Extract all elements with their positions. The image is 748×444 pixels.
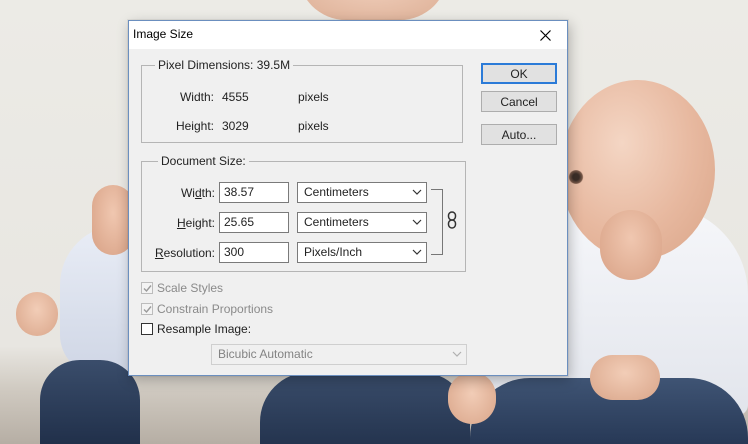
close-icon	[539, 29, 551, 41]
checkmark-icon	[143, 285, 152, 293]
pixel-width-label: Width:	[179, 90, 214, 104]
resample-method-value: Bicubic Automatic	[218, 347, 313, 361]
close-button[interactable]	[523, 21, 567, 49]
dialog-title: Image Size	[133, 27, 194, 41]
cancel-button[interactable]: Cancel	[481, 91, 557, 112]
document-size-legend: Document Size:	[158, 154, 249, 168]
resolution-label: Resolution:	[154, 246, 215, 260]
ok-button[interactable]: OK	[481, 63, 557, 84]
pixel-width-unit: pixels	[298, 90, 329, 104]
resolution-unit-value: Pixels/Inch	[304, 245, 363, 259]
constrain-proportions-checkbox[interactable]: Constrain Proportions	[141, 302, 273, 316]
scale-styles-label: Scale Styles	[157, 281, 224, 295]
image-size-dialog: Image Size Pixel Dimensions: 39.5M Width…	[128, 20, 568, 376]
dialog-titlebar: Image Size	[129, 21, 567, 49]
photo-jeans-left	[40, 360, 140, 444]
link-bracket	[431, 189, 443, 255]
photo-hand-left	[16, 292, 58, 336]
chevron-down-icon	[412, 189, 422, 195]
photo-child-eye	[568, 170, 584, 184]
photo-hand-right	[590, 355, 660, 400]
pixel-width-value: 4555	[222, 90, 249, 104]
scale-styles-checkbox[interactable]: Scale Styles	[141, 281, 223, 295]
resample-image-checkbox[interactable]: Resample Image:	[141, 322, 251, 336]
doc-height-label: Height:	[176, 216, 215, 230]
chevron-down-icon	[412, 219, 422, 225]
doc-width-unit-select[interactable]: Centimeters	[297, 182, 427, 203]
pixel-dimensions-size: 39.5M	[256, 58, 291, 72]
doc-width-label: Width:	[180, 186, 215, 200]
auto-button[interactable]: Auto...	[481, 124, 557, 145]
resolution-input[interactable]: 300	[219, 242, 289, 263]
photo-child-arm-right	[600, 210, 662, 280]
resolution-unit-select[interactable]: Pixels/Inch	[297, 242, 427, 263]
checkmark-icon	[143, 306, 152, 314]
photo-hand-right-lower	[448, 372, 496, 424]
resample-image-label: Resample Image:	[157, 322, 252, 336]
pixel-height-unit: pixels	[298, 119, 329, 133]
pixel-dimensions-group: Pixel Dimensions: 39.5M Width: 4555 pixe…	[141, 58, 463, 143]
pixel-dimensions-legend: Pixel Dimensions:	[158, 58, 254, 72]
doc-width-unit-value: Centimeters	[304, 185, 369, 199]
pixel-height-label: Height:	[175, 119, 214, 133]
doc-height-input[interactable]: 25.65	[219, 212, 289, 233]
doc-height-unit-value: Centimeters	[304, 215, 369, 229]
photo-child-head	[298, 0, 448, 20]
constrain-proportions-label: Constrain Proportions	[157, 302, 274, 316]
resample-method-select[interactable]: Bicubic Automatic	[211, 344, 467, 365]
chevron-down-icon	[452, 351, 462, 357]
doc-width-input[interactable]: 38.57	[219, 182, 289, 203]
chain-link-icon	[447, 211, 457, 229]
pixel-height-value: 3029	[222, 119, 249, 133]
photo-jeans-middle	[260, 372, 470, 444]
chevron-down-icon	[412, 249, 422, 255]
doc-height-unit-select[interactable]: Centimeters	[297, 212, 427, 233]
